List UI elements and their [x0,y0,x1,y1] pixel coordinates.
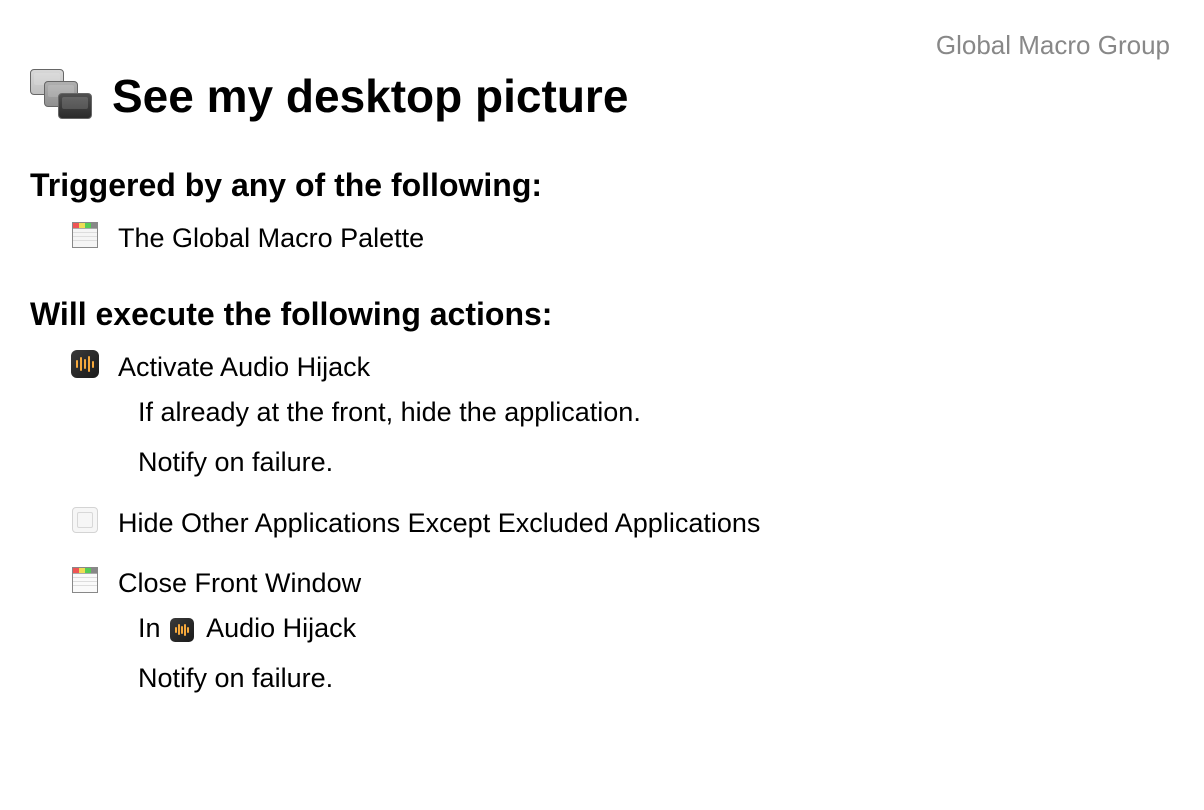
group-label: Global Macro Group [30,30,1174,61]
action-label: Hide Other Applications Except Excluded … [118,505,760,541]
in-app-name: Audio Hijack [206,613,356,643]
action-detail: Notify on failure. [138,660,1174,696]
hide-apps-icon [70,505,100,535]
screens-icon [30,69,94,123]
triggers-heading: Triggered by any of the following: [30,167,1174,204]
trigger-label: The Global Macro Palette [118,220,424,256]
action-item: Activate Audio Hijack If already at the … [30,349,1174,480]
palette-icon [70,220,100,250]
trigger-item: The Global Macro Palette [70,220,1174,256]
action-item: Hide Other Applications Except Excluded … [30,505,1174,541]
window-icon [70,565,100,595]
macro-title-row: See my desktop picture [30,69,1174,123]
action-label: Activate Audio Hijack [118,349,370,385]
action-detail: Notify on failure. [138,444,1174,480]
action-detail-in: In Audio Hijack [138,610,1174,646]
action-label: Close Front Window [118,565,361,601]
macro-title: See my desktop picture [112,69,628,123]
actions-heading: Will execute the following actions: [30,296,1174,333]
audio-hijack-icon [170,618,194,642]
in-prefix: In [138,613,161,643]
action-detail: If already at the front, hide the applic… [138,394,1174,430]
audio-hijack-icon [70,349,100,379]
action-item: Close Front Window In Audio Hijack Notif… [30,565,1174,696]
